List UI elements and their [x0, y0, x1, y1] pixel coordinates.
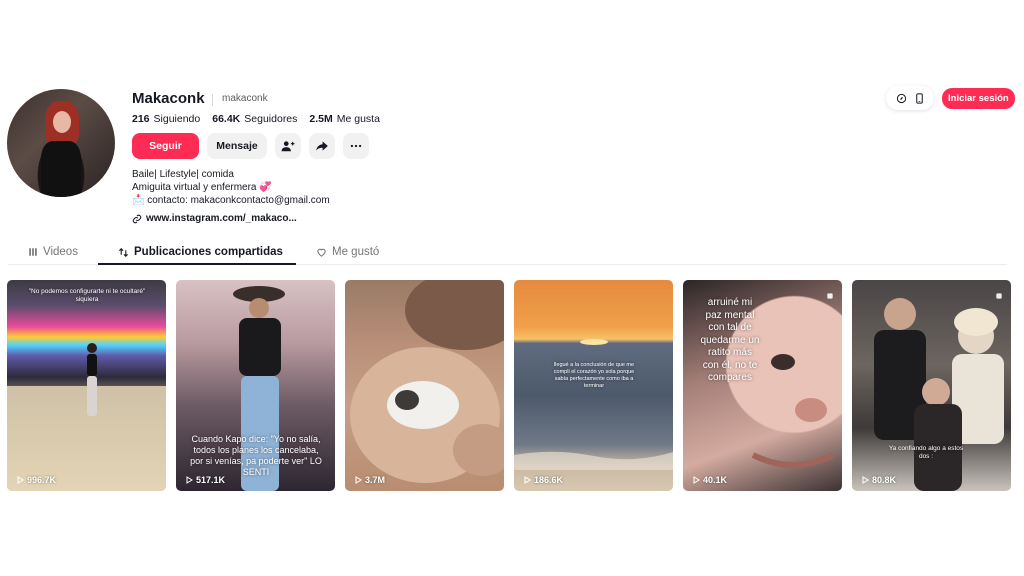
more-options-button[interactable]	[343, 133, 369, 159]
view-count-text: 80.8K	[872, 475, 897, 485]
more-icon	[350, 144, 362, 148]
video-card[interactable]: Cuando Kapo dice: "Yo no salía, todos lo…	[176, 280, 335, 491]
tab-videos-label: Videos	[43, 246, 78, 258]
profile-bio: Baile| Lifestyle| comida Amiguita virtua…	[132, 168, 330, 207]
view-count-text: 186.6K	[534, 475, 564, 485]
view-count: 40.1K	[692, 475, 727, 485]
view-count: 996.7K	[16, 475, 56, 485]
video-card[interactable]: 3.7M	[345, 280, 504, 491]
tab-shared-label: Publicaciones compartidas	[134, 246, 283, 258]
view-count-text: 40.1K	[703, 475, 728, 485]
play-icon	[524, 476, 531, 484]
message-button[interactable]: Mensaje	[207, 133, 267, 159]
bio-line: Baile| Lifestyle| comida	[132, 169, 234, 180]
likes-count: 2.5M	[309, 113, 333, 125]
profile-handle: makaconk	[222, 93, 268, 104]
play-icon	[355, 476, 362, 484]
video-caption: llegué a la conclusión de que me compli …	[553, 362, 635, 389]
play-icon	[693, 476, 700, 484]
view-count: 517.1K	[185, 475, 225, 485]
profile-link[interactable]: www.instagram.com/_makaco...	[132, 213, 297, 224]
play-icon	[862, 476, 869, 484]
video-card[interactable]: "No podemos configurarte ni te ocultaré"…	[7, 280, 166, 491]
active-tab-indicator	[98, 263, 296, 265]
tab-liked-label: Me gustó	[332, 246, 380, 258]
bio-line: Amiguita virtual y enfermera 💞	[132, 182, 272, 193]
kitten-illustration	[350, 280, 504, 483]
profile-tabs: Videos Publicaciones compartidas Me gust…	[20, 240, 379, 264]
profile-link-text: www.instagram.com/_makaco...	[146, 213, 297, 224]
header-actions: Iniciar sesión	[886, 86, 1015, 110]
followers-count: 66.4K	[212, 113, 241, 125]
profile-username: Makaconk	[132, 90, 205, 107]
view-count-text: 996.7K	[27, 475, 57, 485]
view-count-text: 517.1K	[196, 475, 226, 485]
view-count-text: 3.7M	[365, 475, 386, 485]
follow-button[interactable]: Seguir	[132, 133, 199, 159]
video-card[interactable]: Ya confiando algo a estos dos : 80.8K	[852, 280, 1011, 491]
repost-icon	[118, 247, 129, 257]
view-count: 186.6K	[523, 475, 563, 485]
following-stat[interactable]: 216 Siguiendo	[132, 113, 200, 125]
share-icon	[316, 141, 328, 151]
likes-stat: 2.5M Me gusta	[309, 113, 380, 125]
video-caption: arruiné mi paz mental con tal de quedarm…	[700, 297, 760, 383]
pinned-icon	[995, 287, 1003, 305]
share-button[interactable]	[309, 133, 335, 159]
profile-avatar	[7, 89, 115, 197]
video-card[interactable]: arruiné mi paz mental con tal de quedarm…	[683, 280, 842, 491]
link-icon	[132, 214, 142, 223]
play-icon	[186, 476, 193, 484]
add-friend-button[interactable]	[275, 133, 301, 159]
grid-icon	[29, 248, 37, 256]
pinned-icon	[826, 287, 834, 305]
tab-shared-posts[interactable]: Publicaciones compartidas	[98, 240, 296, 264]
bio-line: 📩 contacto: makaconkcontacto@gmail.com	[132, 195, 330, 206]
likes-label: Me gusta	[336, 113, 380, 125]
video-card[interactable]: llegué a la conclusión de que me compli …	[514, 280, 673, 491]
compass-icon[interactable]	[896, 93, 907, 104]
profile-actions: Seguir Mensaje	[132, 133, 369, 159]
video-caption: Cuando Kapo dice: "Yo no salía, todos lo…	[190, 434, 322, 477]
profile-stats: 216 Siguiendo 66.4K Seguidores 2.5M Me gust…	[132, 113, 380, 125]
video-grid: "No podemos configurarte ni te ocultaré"…	[7, 280, 1011, 491]
add-user-icon	[281, 141, 295, 152]
name-divider	[212, 94, 213, 106]
following-count: 216	[132, 113, 150, 125]
view-count: 3.7M	[354, 475, 385, 485]
video-caption: Ya confiando algo a estos dos :	[888, 445, 964, 460]
tab-liked[interactable]: Me gustó	[296, 240, 379, 264]
view-count: 80.8K	[861, 475, 896, 485]
login-button[interactable]: Iniciar sesión	[942, 87, 1015, 109]
mobile-icon[interactable]	[914, 92, 925, 104]
heart-outline-icon	[317, 248, 326, 257]
followers-label: Seguidores	[244, 113, 298, 125]
bowler-figure	[87, 343, 97, 416]
tab-videos[interactable]: Videos	[20, 240, 98, 264]
header-icon-group	[886, 86, 934, 110]
video-caption: "No podemos configurarte ni te ocultaré"…	[28, 288, 146, 303]
following-label: Siguiendo	[153, 113, 201, 125]
play-icon	[17, 476, 24, 484]
followers-stat[interactable]: 66.4K Seguidores	[212, 113, 297, 125]
